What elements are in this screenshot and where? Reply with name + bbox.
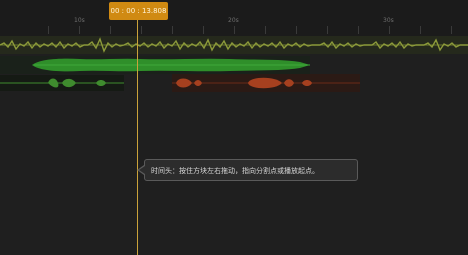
ruler-label-30s: 30s [383,17,394,24]
playhead-time-handle[interactable]: 00 : 00 : 13.808 [109,2,168,20]
audio-track-3[interactable] [0,75,124,91]
playhead-line[interactable] [137,20,138,255]
tooltip-arrow-inner [139,166,145,174]
track-2-waveform [32,58,310,72]
ruler-tick [265,26,266,34]
ruler-tick [79,26,80,34]
audio-track-2[interactable] [0,56,310,74]
time-ruler[interactable]: 10s 20s 30s [0,0,468,36]
ruler-tick [358,26,359,34]
master-audio-track[interactable] [0,36,468,54]
playhead-tooltip: 时间头：按住方块左右拖动，指向分割点或播放起点。 [144,159,358,181]
ruler-label-10s: 10s [74,17,85,24]
timeline-editor: 10s 20s 30s 00: 00: 13.808 时间头：按住方块左右拖… [0,0,468,255]
ruler-tick [172,26,173,34]
ruler-label-20s: 20s [228,17,239,24]
ruler-tick [296,26,297,34]
master-waveform [0,37,468,53]
track-4-waveform [172,77,360,89]
ruler-tick [389,26,390,34]
ruler-tick [234,26,235,34]
track-3-waveform [0,78,124,88]
ruler-tick [327,26,328,34]
ruler-tick [420,26,421,34]
ruler-tick [110,26,111,34]
ruler-tick [451,26,452,34]
ruler-tick [203,26,204,34]
ruler-tick [141,26,142,34]
audio-track-4[interactable] [172,74,360,92]
ruler-tick [48,26,49,34]
